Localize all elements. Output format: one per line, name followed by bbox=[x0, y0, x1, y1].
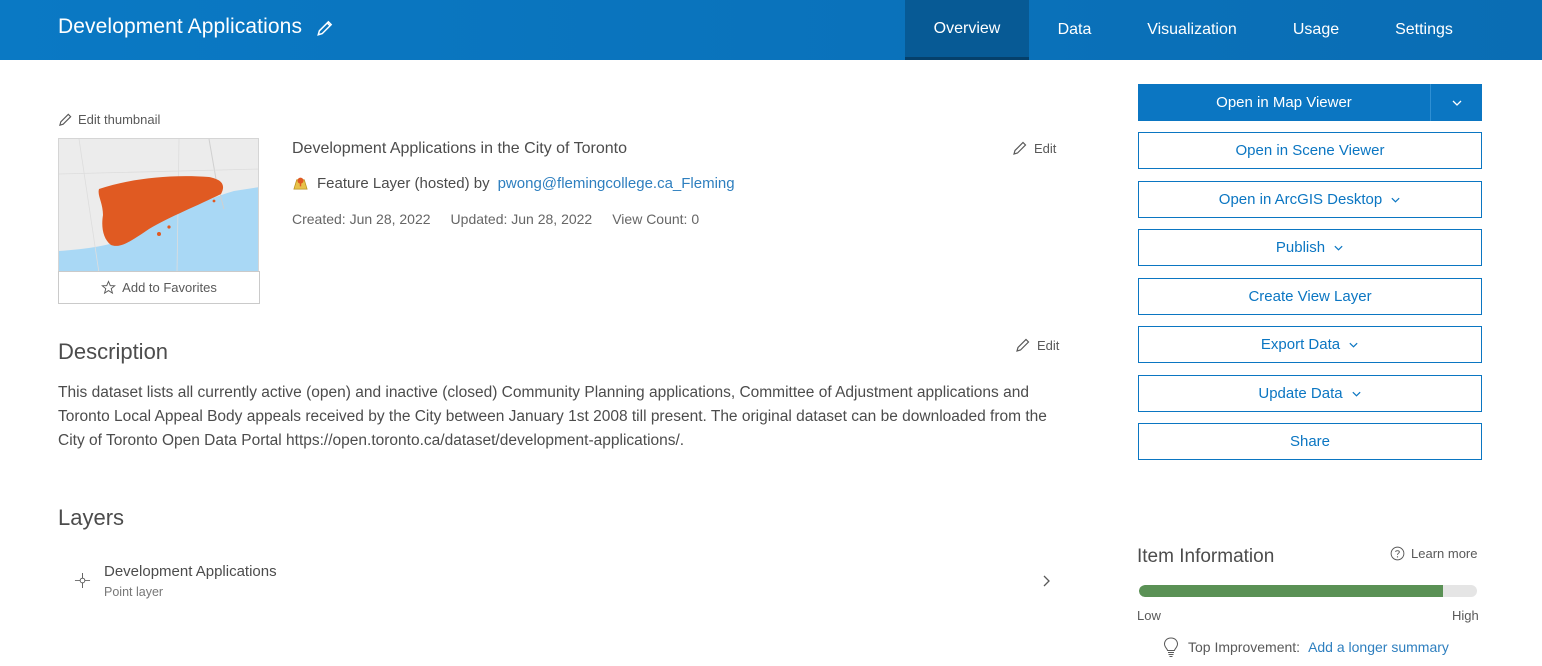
tab-settings[interactable]: Settings bbox=[1368, 0, 1480, 60]
tab-data[interactable]: Data bbox=[1029, 0, 1120, 60]
edit-label: Edit bbox=[1034, 140, 1057, 156]
created-date: Created: Jun 28, 2022 bbox=[292, 211, 431, 227]
layer-item[interactable]: Development Applications Point layer bbox=[58, 560, 1058, 604]
layer-type: Point layer bbox=[104, 585, 164, 599]
add-longer-summary-link[interactable]: Add a longer summary bbox=[1308, 639, 1449, 655]
learn-more-label: Learn more bbox=[1411, 546, 1478, 561]
chevron-down-icon bbox=[1452, 100, 1461, 106]
create-view-label: Create View Layer bbox=[1248, 288, 1372, 305]
description-text: This dataset lists all currently active … bbox=[58, 384, 1047, 449]
chevron-down-icon bbox=[1391, 197, 1400, 203]
scene-viewer-label: Open in Scene Viewer bbox=[1235, 142, 1385, 159]
item-information-heading: Item Information bbox=[1137, 546, 1275, 567]
top-improvement-label: Top Improvement: bbox=[1188, 639, 1301, 655]
main-nav: Overview Data Visualization Usage Settin… bbox=[905, 0, 1480, 60]
open-in-scene-viewer-button[interactable]: Open in Scene Viewer bbox=[1138, 132, 1482, 169]
pencil-icon bbox=[1016, 338, 1030, 352]
top-improvement: Top Improvement: Add a longer summary bbox=[1162, 636, 1449, 658]
arcgis-desktop-label: Open in ArcGIS Desktop bbox=[1218, 191, 1383, 208]
tab-visualization[interactable]: Visualization bbox=[1120, 0, 1264, 60]
item-type: Feature Layer (hosted) by bbox=[317, 175, 490, 192]
pencil-icon bbox=[1013, 141, 1027, 155]
point-layer-icon bbox=[74, 572, 91, 589]
favorites-label: Add to Favorites bbox=[122, 280, 217, 295]
add-to-favorites-button[interactable]: Add to Favorites bbox=[58, 271, 260, 304]
item-thumbnail bbox=[58, 138, 259, 272]
edit-summary-link[interactable]: Edit bbox=[1012, 140, 1056, 156]
updated-date: Updated: Jun 28, 2022 bbox=[450, 211, 593, 227]
chevron-down-icon bbox=[1352, 391, 1361, 397]
meter-high-label: High bbox=[1452, 608, 1479, 623]
layer-name: Development Applications bbox=[104, 563, 277, 580]
star-icon bbox=[101, 280, 117, 295]
learn-more-link[interactable]: Learn more bbox=[1390, 546, 1477, 561]
item-type-line: Feature Layer (hosted) by pwong@flemingc… bbox=[292, 175, 735, 192]
update-data-button[interactable]: Update Data bbox=[1138, 375, 1482, 412]
owner-link[interactable]: pwong@flemingcollege.ca_Fleming bbox=[498, 175, 735, 192]
edit-thumbnail-label: Edit thumbnail bbox=[78, 112, 161, 127]
lightbulb-icon bbox=[1163, 637, 1179, 657]
view-count: View Count: 0 bbox=[612, 211, 700, 227]
pencil-icon bbox=[59, 113, 72, 126]
update-data-label: Update Data bbox=[1258, 385, 1343, 402]
feature-layer-icon bbox=[293, 177, 308, 190]
chevron-down-icon bbox=[1334, 245, 1343, 251]
pencil-icon[interactable] bbox=[316, 19, 334, 37]
item-summary: Development Applications in the City of … bbox=[292, 140, 628, 157]
publish-button[interactable]: Publish bbox=[1138, 229, 1482, 266]
description-heading: Description bbox=[58, 339, 169, 364]
share-button[interactable]: Share bbox=[1138, 423, 1482, 460]
open-in-map-viewer-button: Open in Map Viewer bbox=[1138, 84, 1482, 121]
create-view-layer-button[interactable]: Create View Layer bbox=[1138, 278, 1482, 315]
edit-label: Edit bbox=[1037, 337, 1060, 353]
export-data-button[interactable]: Export Data bbox=[1138, 326, 1482, 363]
export-data-label: Export Data bbox=[1260, 336, 1341, 353]
item-information-meter-fill bbox=[1139, 585, 1444, 597]
thumbnail-map-image bbox=[59, 139, 258, 271]
tab-overview[interactable]: Overview bbox=[905, 0, 1029, 60]
share-label: Share bbox=[1289, 433, 1331, 450]
top-header: Development Applications Overview Data V… bbox=[0, 0, 1542, 60]
open-map-viewer-main[interactable]: Open in Map Viewer bbox=[1138, 84, 1430, 121]
edit-thumbnail-link[interactable]: Edit thumbnail bbox=[58, 112, 160, 127]
tab-usage[interactable]: Usage bbox=[1264, 0, 1368, 60]
help-icon bbox=[1390, 546, 1405, 561]
publish-label: Publish bbox=[1275, 239, 1326, 256]
map-viewer-dropdown[interactable] bbox=[1431, 84, 1482, 121]
edit-description-link[interactable]: Edit bbox=[1015, 337, 1059, 353]
item-information-meter bbox=[1139, 585, 1477, 597]
layers-heading: Layers bbox=[58, 505, 125, 530]
item-metadata: Created: Jun 28, 2022 Updated: Jun 28, 2… bbox=[292, 211, 699, 227]
chevron-right-icon bbox=[1043, 575, 1050, 587]
open-in-arcgis-desktop-button[interactable]: Open in ArcGIS Desktop bbox=[1138, 181, 1482, 218]
meter-low-label: Low bbox=[1137, 608, 1161, 623]
chevron-down-icon bbox=[1349, 342, 1358, 348]
page-title: Development Applications bbox=[58, 15, 303, 38]
